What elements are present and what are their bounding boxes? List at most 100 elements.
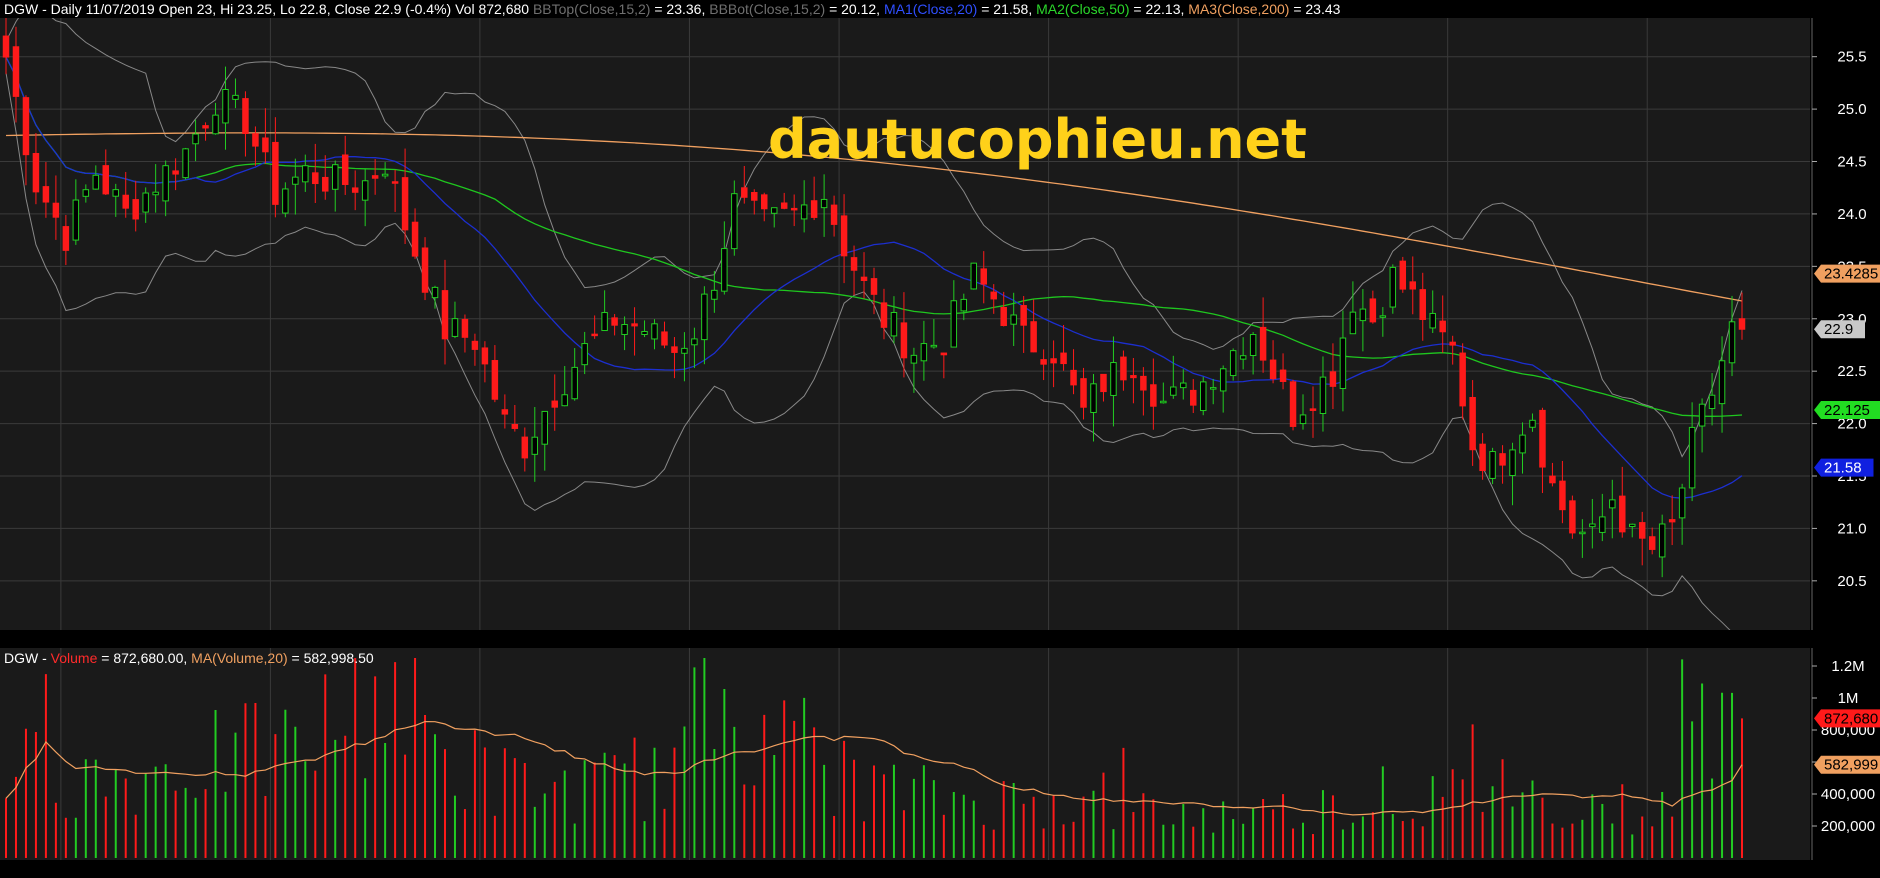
candle-body [1180, 382, 1187, 389]
candle-body [1549, 475, 1556, 484]
badge-close-label: 22.9 [1824, 321, 1853, 338]
candle-body [1369, 298, 1377, 323]
candle-body [521, 436, 529, 459]
candle-body [1489, 451, 1496, 479]
candle-body [1379, 315, 1387, 318]
candle-body [501, 409, 509, 415]
candle-body [172, 170, 179, 175]
candle-body [631, 323, 638, 327]
bbbot-label: BBBot(Close,15,2) [709, 1, 825, 17]
volume-tick-label: 1.2M [1831, 658, 1864, 675]
candle-body [1209, 387, 1217, 390]
candle-body [541, 410, 549, 445]
candle-body [461, 318, 469, 338]
candle-body [1110, 362, 1117, 396]
candle-body [1688, 426, 1696, 489]
candle-body [1429, 312, 1436, 329]
candle-body [1140, 375, 1147, 391]
candle-body [272, 141, 279, 205]
candle-body [840, 215, 848, 257]
candle-body [1349, 311, 1357, 335]
badge-volume_ma-label: 582,999 [1824, 757, 1878, 774]
volume-value: = 872,680.00, [101, 650, 191, 666]
price-tick-label: 25.5 [1837, 49, 1866, 66]
candle-body [1279, 369, 1287, 382]
candle-body [701, 293, 708, 341]
candle-body [1100, 373, 1107, 393]
candle-body [930, 344, 938, 348]
candle-body [860, 276, 868, 281]
price-tick-label: 20.5 [1837, 573, 1866, 590]
volume-ma-value: = 582,998.50 [292, 650, 374, 666]
candle-body [371, 175, 379, 179]
candle-body [1519, 434, 1526, 454]
candle-body [900, 322, 908, 359]
candle-body [1718, 360, 1726, 405]
candle-body [1698, 403, 1706, 427]
price-tick-label: 24.5 [1837, 154, 1866, 171]
candle-body [641, 330, 648, 336]
candle-body [12, 46, 20, 97]
candle-body [1130, 375, 1137, 379]
volume-y-axis: 200,000400,000600,000800,0001M1.2M [1811, 648, 1875, 860]
candle-body [1579, 531, 1586, 535]
candle-body [870, 278, 878, 295]
candle-body [322, 176, 329, 192]
price-tick-label: 22.5 [1837, 363, 1866, 380]
candle-body [1569, 500, 1576, 534]
stock-chart: 20.521.021.522.022.523.023.524.024.525.0… [0, 0, 1880, 878]
candle-body [1399, 260, 1407, 290]
candle-body [302, 165, 309, 183]
candle-body [751, 192, 758, 201]
candle-body [1020, 305, 1027, 326]
candle-body [790, 207, 798, 211]
candle-body [1190, 389, 1197, 406]
candle-body [92, 174, 100, 190]
candle-body [212, 114, 219, 135]
candle-body [72, 199, 80, 241]
candle-body [1509, 449, 1516, 477]
candle-body [232, 94, 239, 100]
ma2-label: MA2(Close,50) [1036, 1, 1129, 17]
candle-body [421, 247, 429, 293]
candle-body [122, 194, 129, 209]
candle-body [1648, 536, 1656, 550]
candle-body [561, 394, 568, 407]
candle-body [431, 286, 439, 299]
candle-body [312, 172, 319, 185]
candle-body [411, 221, 419, 257]
candle-body [1419, 289, 1426, 320]
candle-body [2, 35, 10, 58]
candle-body [711, 289, 718, 300]
candle-body [491, 360, 499, 400]
bbtop-label: BBTop(Close,15,2) [533, 1, 651, 17]
candle-body [621, 324, 628, 335]
candle-body [681, 347, 688, 354]
candle-body [381, 173, 389, 177]
candle-body [262, 137, 269, 153]
candle-body [731, 193, 738, 250]
price-tick-label: 25.0 [1837, 101, 1866, 118]
candle-body [1638, 522, 1646, 539]
candle-body [1609, 499, 1616, 509]
candle-body [950, 300, 958, 348]
candle-body [810, 200, 818, 218]
candle-body [1329, 371, 1337, 387]
candle-body [1738, 318, 1746, 330]
candle-body [1289, 381, 1297, 427]
candle-body [1120, 356, 1127, 381]
candle-body [331, 164, 339, 190]
volume-ma-label: MA(Volume,20) [191, 650, 287, 666]
candle-body [601, 312, 608, 332]
candle-body [1299, 414, 1307, 425]
price-header: DGW - Daily 11/07/2019 Open 23, Hi 23.25… [4, 1, 1341, 17]
candle-body [1409, 281, 1417, 290]
candle-body [890, 311, 898, 337]
candle-body [471, 340, 479, 350]
candle-body [1479, 443, 1486, 472]
candle-body [571, 366, 578, 400]
candle-body [1090, 383, 1097, 413]
candle-body [820, 198, 828, 209]
candle-body [800, 204, 808, 220]
candle-body [1170, 386, 1177, 396]
